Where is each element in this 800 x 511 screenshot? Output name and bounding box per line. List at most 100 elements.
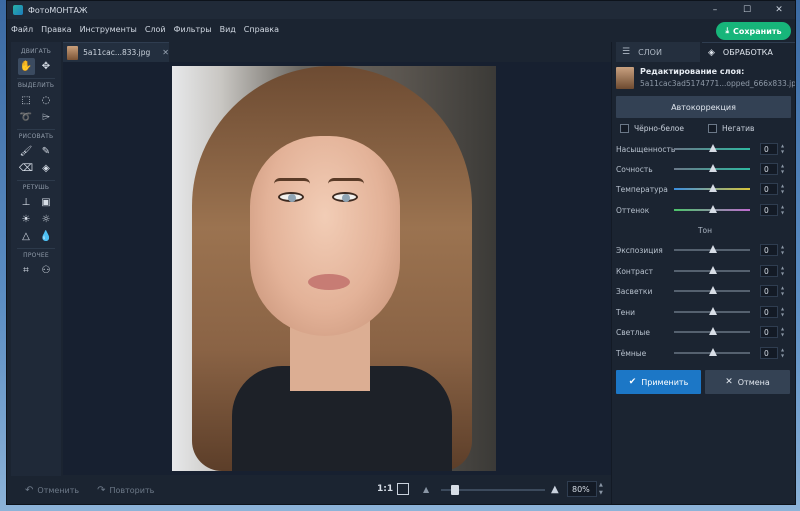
slider-knob[interactable] [709,286,717,294]
contrast-slider[interactable] [674,266,750,274]
photo-image[interactable] [172,66,496,471]
fit-screen-icon[interactable] [397,483,409,495]
spinner-icon[interactable]: ▲ ▼ [781,347,784,359]
temperature-slider[interactable] [674,184,750,192]
slider-knob[interactable] [709,266,717,274]
lasso-tool[interactable]: ➰ [18,109,35,126]
menu-edit[interactable]: Правка [41,25,71,34]
spinner-icon[interactable]: ▲ ▼ [781,285,784,297]
spinner-icon[interactable]: ▲ ▼ [781,204,784,216]
zoom-out-mountain-icon[interactable]: ▲ [423,485,429,494]
close-window-button[interactable]: ✕ [763,1,795,19]
rect-select-tool[interactable]: ⬚ [18,92,35,109]
divider [17,248,55,249]
menu-help[interactable]: Справка [244,25,279,34]
cancel-button[interactable]: ✕ Отмена [705,370,790,394]
slider-knob[interactable] [709,205,717,213]
zoom-input[interactable]: 80% [567,481,597,497]
slider-value-input[interactable]: 0 [760,306,778,318]
stamp-tool[interactable]: ⊥ [18,194,35,211]
slider-value-input[interactable]: 0 [760,163,778,175]
spinner-icon[interactable]: ▲ ▼ [781,265,784,277]
eraser-tool[interactable]: ⌫ [18,160,35,177]
bw-checkbox[interactable]: Чёрно-белое [620,124,684,133]
tab-layers[interactable]: ☰ СЛОИ [616,42,700,62]
maximize-button[interactable]: ☐ [731,1,763,19]
fill-tool[interactable]: ◈ [38,160,55,177]
close-tab-icon[interactable]: ✕ [162,48,169,57]
spinner-icon[interactable]: ▲ ▼ [781,143,784,155]
zoom-spinner-icon[interactable]: ▲ ▼ [599,481,603,497]
zoom-slider[interactable] [441,485,545,495]
divider [17,78,55,79]
ellipse-select-tool[interactable]: ◌ [38,92,55,109]
move-tool[interactable]: ✥ [38,58,55,75]
menu-tools[interactable]: Инструменты [80,25,137,34]
divider [17,129,55,130]
exposure-slider[interactable] [674,245,750,253]
negative-checkbox-box[interactable] [708,124,717,133]
slider-knob[interactable] [709,164,717,172]
spinner-icon[interactable]: ▲ ▼ [781,163,784,175]
menu-layer[interactable]: Слой [145,25,166,34]
slider-value-input[interactable]: 0 [760,244,778,256]
slider-knob[interactable] [709,327,717,335]
autocorrection-button[interactable]: Автокоррекция [616,96,791,118]
spinner-icon[interactable]: ▲ ▼ [781,244,784,256]
slider-value-input[interactable]: 0 [760,326,778,338]
polygon-lasso-tool[interactable]: ⌲ [38,109,55,126]
bw-checkbox-box[interactable] [620,124,629,133]
redo-button[interactable]: ↷ Повторить [97,485,154,496]
slider-value-input[interactable]: 0 [760,347,778,359]
spinner-icon[interactable]: ▲ ▼ [781,326,784,338]
blacks-slider[interactable] [674,348,750,356]
vibrance-slider[interactable] [674,164,750,172]
zoom-slider-knob[interactable] [451,485,459,495]
menu-file[interactable]: Файл [11,25,33,34]
slider-knob[interactable] [709,348,717,356]
undo-button[interactable]: ↶ Отменить [25,485,79,496]
tint-slider[interactable] [674,205,750,213]
slider-value-input[interactable]: 0 [760,183,778,195]
whites-slider[interactable] [674,327,750,335]
layer-info: Редактирование слоя: 5a11cac3ad5174771..… [616,67,795,89]
negative-checkbox[interactable]: Негатив [708,124,754,133]
brightness-tool[interactable]: ☀ [18,211,35,228]
slider-knob[interactable] [709,144,717,152]
hand-tool[interactable]: ✋ [17,58,35,75]
blur-tool[interactable]: 💧 [38,228,55,245]
save-button[interactable]: ⤓ Сохранить [716,22,791,40]
canvas-area[interactable] [63,62,611,475]
menu-filters[interactable]: Фильтры [174,25,212,34]
tools-select-heading: ВЫДЕЛИТЬ [17,82,55,89]
shapes-tool[interactable]: ⚇ [38,262,55,279]
spinner-icon[interactable]: ▲ ▼ [781,306,784,318]
apply-label: Применить [641,377,689,387]
shadows-slider[interactable] [674,307,750,315]
zoom-in-mountain-icon[interactable]: ▲ [551,484,559,495]
slider-value-input[interactable]: 0 [760,265,778,277]
slider-value-input[interactable]: 0 [760,143,778,155]
spinner-icon[interactable]: ▲ ▼ [781,183,784,195]
slider-value-input[interactable]: 0 [760,285,778,297]
highlights-slider[interactable] [674,286,750,294]
window-controls: – ☐ ✕ [699,1,795,19]
document-tab[interactable]: 5a11cac...833.jpg ✕ [63,42,169,62]
actual-size-button[interactable]: 1:1 [377,484,393,494]
patch-tool[interactable]: ▣ [38,194,55,211]
light-tool[interactable]: ☼ [38,211,55,228]
slider-knob[interactable] [709,307,717,315]
brush-tool[interactable]: 🖌 [18,143,35,160]
menu-view[interactable]: Вид [220,25,236,34]
tab-processing[interactable]: ◈ ОБРАБОТКА [702,42,795,62]
slider-knob[interactable] [709,184,717,192]
saturation-slider[interactable] [674,144,750,152]
sharpen-tool[interactable]: △ [18,228,35,245]
slider-knob[interactable] [709,245,717,253]
pencil-tool[interactable]: ✎ [38,143,55,160]
tools-other-heading: ПРОЧЕЕ [23,252,49,259]
minimize-button[interactable]: – [699,1,731,19]
crop-tool[interactable]: ⌗ [18,262,35,279]
apply-button[interactable]: ✔ Применить [616,370,701,394]
slider-value-input[interactable]: 0 [760,204,778,216]
